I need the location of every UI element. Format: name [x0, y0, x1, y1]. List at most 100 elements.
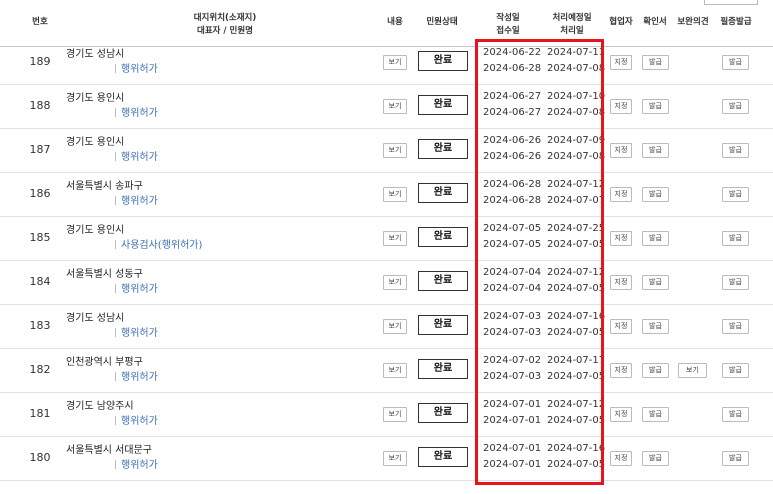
view-button[interactable]: 보기 [383, 319, 407, 334]
due-date: 2024-07-12 [547, 399, 606, 410]
view-button[interactable]: 보기 [383, 407, 407, 422]
top-control [704, 0, 758, 5]
cert-button[interactable]: 발급 [722, 231, 749, 246]
created-date: 2024-07-04 [483, 267, 542, 278]
assist-button[interactable]: 지정 [610, 363, 632, 378]
row-category-link[interactable]: 행위허가 [115, 60, 158, 75]
view-button[interactable]: 보기 [383, 231, 407, 246]
processed-date: 2024-07-05 [547, 239, 606, 250]
row-location: 경기도 성남시 [66, 49, 125, 60]
view-button[interactable]: 보기 [383, 99, 407, 114]
view-button[interactable]: 보기 [383, 275, 407, 290]
received-date: 2024-07-05 [483, 239, 542, 250]
view-button[interactable]: 보기 [383, 143, 407, 158]
view-button[interactable]: 보기 [383, 451, 407, 466]
row-category-link[interactable]: 행위허가 [115, 280, 158, 295]
confirm-button[interactable]: 발급 [642, 407, 669, 422]
cert-button[interactable]: 발급 [722, 99, 749, 114]
row-category-link[interactable]: 행위허가 [115, 456, 158, 471]
header-location: 대지위치(소재지) 대표자 / 민원명 [150, 12, 300, 38]
created-date: 2024-07-03 [483, 311, 542, 322]
view-button[interactable]: 보기 [383, 363, 407, 378]
header-due-line1: 처리예정일 [552, 13, 592, 23]
confirm-button[interactable]: 발급 [642, 55, 669, 70]
header-location-line1: 대지위치(소재지) [193, 13, 257, 23]
header-created: 작성일 접수일 [482, 12, 534, 38]
status-button[interactable]: 완료 [418, 51, 468, 71]
status-button[interactable]: 완료 [418, 271, 468, 291]
confirm-button[interactable]: 발급 [642, 231, 669, 246]
cert-button[interactable]: 발급 [722, 451, 749, 466]
cert-button[interactable]: 발급 [722, 187, 749, 202]
received-date: 2024-07-03 [483, 371, 542, 382]
assist-button[interactable]: 지정 [610, 55, 632, 70]
row-category-link[interactable]: 행위허가 [115, 368, 158, 383]
header-due-line2: 처리일 [560, 26, 584, 36]
status-button[interactable]: 완료 [418, 403, 468, 423]
table-row: 184 서울특별시 성동구 행위허가 보기 완료 2024-07-04 2024… [0, 260, 773, 305]
received-date: 2024-06-26 [483, 151, 542, 162]
received-date: 2024-06-28 [483, 195, 542, 206]
assist-button[interactable]: 지정 [610, 407, 632, 422]
row-number: 184 [29, 275, 51, 288]
row-category-link[interactable]: 행위허가 [115, 412, 158, 427]
header-cert: 필증발급 [720, 17, 752, 27]
status-button[interactable]: 완료 [418, 359, 468, 379]
header-confirm: 확인서 [643, 17, 667, 27]
processed-date: 2024-07-08 [547, 151, 606, 162]
cert-button[interactable]: 발급 [722, 407, 749, 422]
status-button[interactable]: 완료 [418, 447, 468, 467]
received-date: 2024-06-28 [483, 63, 542, 74]
status-button[interactable]: 완료 [418, 227, 468, 247]
confirm-button[interactable]: 발급 [642, 319, 669, 334]
header-supplement: 보완의견 [677, 17, 709, 27]
confirm-button[interactable]: 발급 [642, 187, 669, 202]
assist-button[interactable]: 지정 [610, 231, 632, 246]
confirm-button[interactable]: 발급 [642, 275, 669, 290]
row-number: 180 [29, 451, 51, 464]
row-number: 188 [29, 99, 51, 112]
row-category-link[interactable]: 행위허가 [115, 324, 158, 339]
header-status: 민원상태 [426, 17, 458, 27]
confirm-button[interactable]: 발급 [642, 451, 669, 466]
row-category-link[interactable]: 행위허가 [115, 148, 158, 163]
table-row: 181 경기도 남양주시 행위허가 보기 완료 2024-07-01 2024-… [0, 392, 773, 437]
row-number: 187 [29, 143, 51, 156]
status-button[interactable]: 완료 [418, 315, 468, 335]
assist-button[interactable]: 지정 [610, 319, 632, 334]
status-button[interactable]: 완료 [418, 95, 468, 115]
status-button[interactable]: 완료 [418, 139, 468, 159]
assist-button[interactable]: 지정 [610, 143, 632, 158]
supplement-view-button[interactable]: 보기 [678, 363, 707, 378]
confirm-button[interactable]: 발급 [642, 363, 669, 378]
row-location: 경기도 성남시 [66, 313, 125, 324]
row-category-link[interactable]: 행위허가 [115, 192, 158, 207]
confirm-button[interactable]: 발급 [642, 99, 669, 114]
due-date: 2024-07-25 [547, 223, 606, 234]
assist-button[interactable]: 지정 [610, 187, 632, 202]
view-button[interactable]: 보기 [383, 187, 407, 202]
processed-date: 2024-07-07 [547, 195, 606, 206]
row-location: 서울특별시 서대문구 [66, 445, 152, 456]
received-date: 2024-06-27 [483, 107, 542, 118]
view-button[interactable]: 보기 [383, 55, 407, 70]
cert-button[interactable]: 발급 [722, 55, 749, 70]
header-assist: 협업자 [609, 17, 633, 27]
cert-button[interactable]: 발급 [722, 275, 749, 290]
confirm-button[interactable]: 발급 [642, 143, 669, 158]
assist-button[interactable]: 지정 [610, 99, 632, 114]
assist-button[interactable]: 지정 [610, 275, 632, 290]
row-location: 경기도 남양주시 [66, 401, 134, 412]
row-number: 189 [29, 55, 51, 68]
row-category-link[interactable]: 사용검사(행위허가) [115, 236, 202, 251]
cert-button[interactable]: 발급 [722, 319, 749, 334]
row-category-link[interactable]: 행위허가 [115, 104, 158, 119]
cert-button[interactable]: 발급 [722, 143, 749, 158]
status-button[interactable]: 완료 [418, 183, 468, 203]
row-location: 서울특별시 성동구 [66, 269, 143, 280]
header-created-line2: 접수일 [496, 26, 520, 36]
cert-button[interactable]: 발급 [722, 363, 749, 378]
assist-button[interactable]: 지정 [610, 451, 632, 466]
created-date: 2024-07-01 [483, 443, 542, 454]
row-location: 서울특별시 송파구 [66, 181, 143, 192]
